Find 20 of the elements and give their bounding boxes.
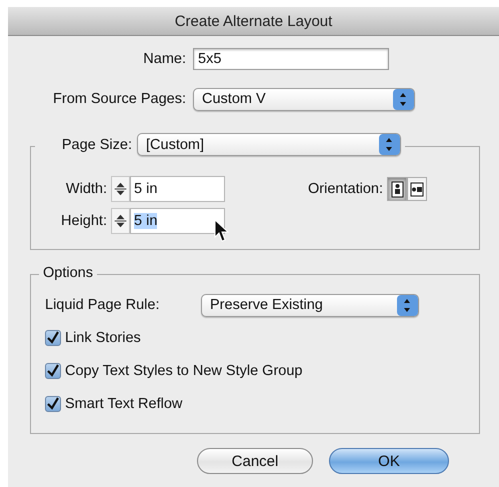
ok-button[interactable]: OK (329, 448, 449, 474)
source-pages-dropdown[interactable]: Custom V (193, 88, 415, 110)
page-size-dropdown[interactable]: [Custom] (137, 133, 401, 156)
field-label: Height: (60, 213, 108, 229)
window-title: Create Alternate Layout (174, 12, 332, 30)
name-field[interactable]: 5x5 (193, 48, 389, 70)
checkbox-label: Smart Text Reflow (65, 396, 182, 412)
field-label: Orientation: (307, 181, 384, 197)
field-label: Page Size: (60, 136, 133, 152)
field-label: From Source Pages: (52, 91, 187, 107)
field-label: Name: (142, 51, 187, 67)
checkbox-label: Copy Text Styles to New Style Group (65, 362, 302, 378)
dimension-field[interactable]: 5 in (130, 176, 225, 202)
cancel-button[interactable]: Cancel (197, 448, 313, 474)
checkbox-label: Link Stories (65, 330, 141, 346)
dimension-field[interactable]: 5 in (130, 208, 225, 234)
liquid-page-rule-dropdown[interactable]: Preserve Existing (201, 294, 419, 316)
field-label: Width: (64, 181, 108, 197)
group-title: Options (39, 265, 97, 281)
field-label: Liquid Page Rule: (45, 297, 160, 313)
